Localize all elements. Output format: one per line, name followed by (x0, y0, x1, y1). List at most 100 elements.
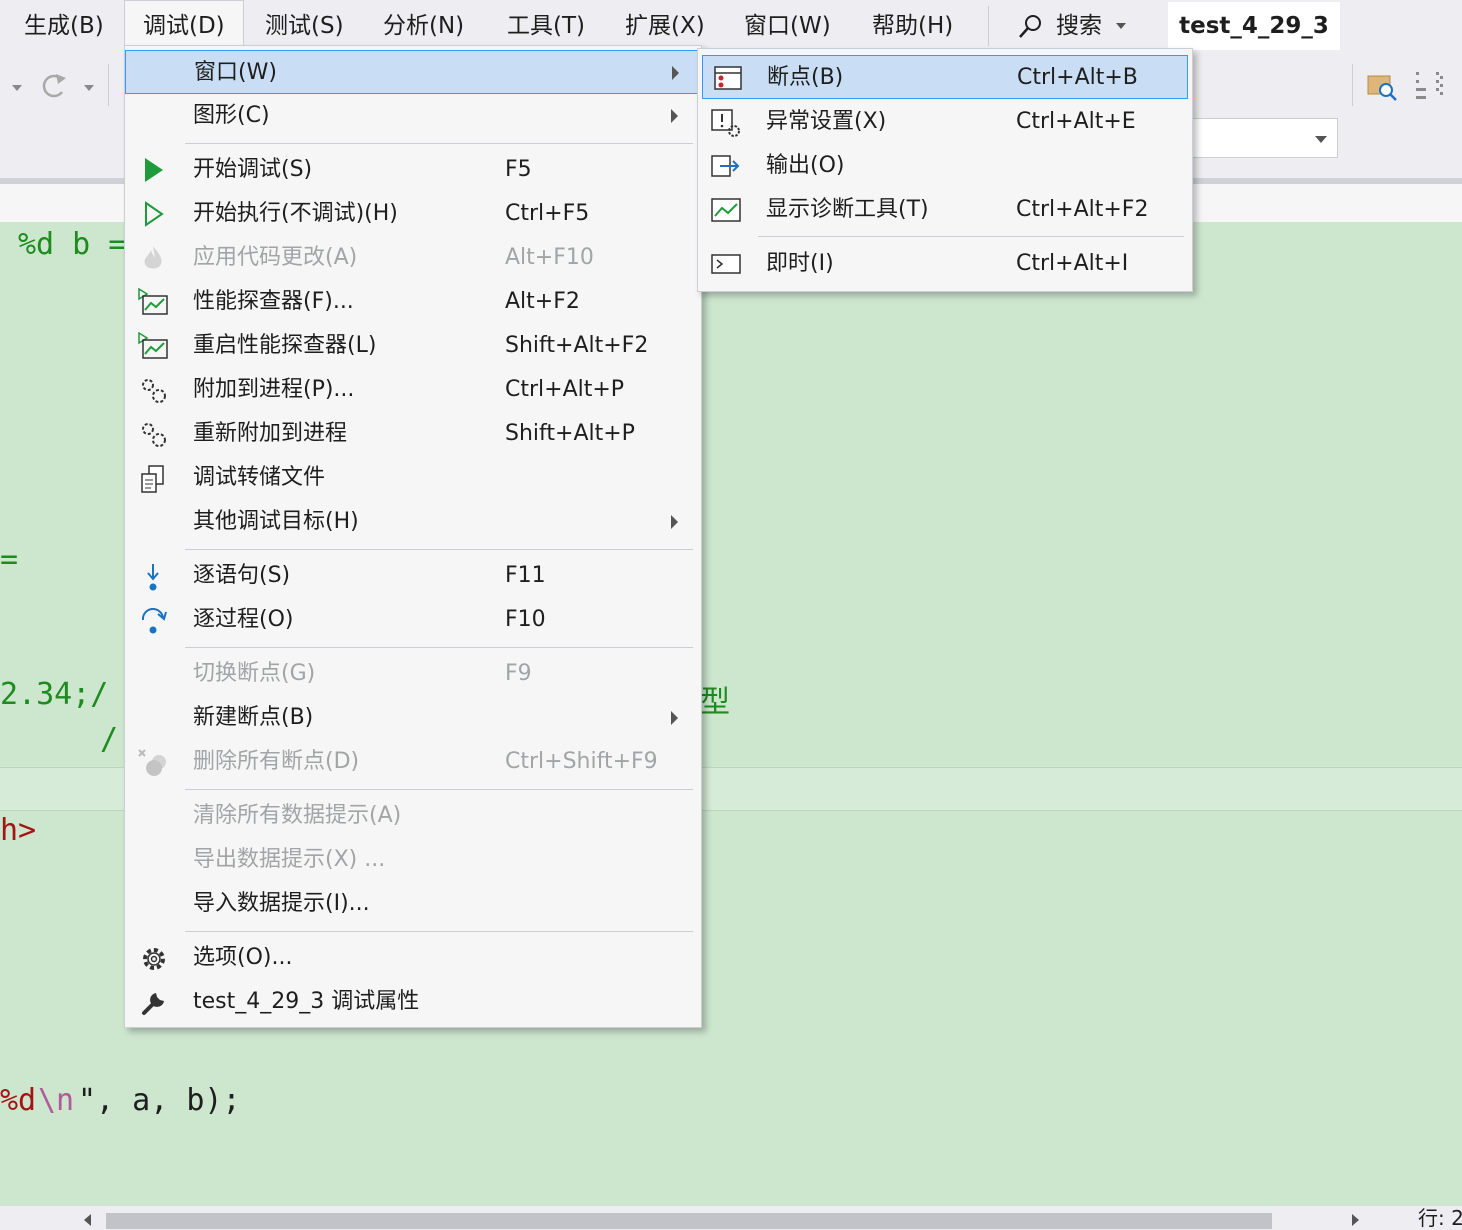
code-string: %d (0, 1083, 37, 1118)
menu-item-label: 导出数据提示(X) ... (193, 847, 386, 872)
code-comment-tail: 型 (700, 685, 730, 720)
chevron-down-icon[interactable] (1116, 23, 1126, 29)
menu-item-label: 图形(C) (193, 103, 270, 128)
menu-item-label: 清除所有数据提示(A) (193, 803, 402, 828)
menu-item-step-into[interactable]: 逐语句(S) F11 (125, 554, 701, 598)
menu-item-restart-performance-profiler[interactable]: 重启性能探查器(L) Shift+Alt+F2 (125, 324, 701, 368)
code-escape: \n (38, 1083, 75, 1118)
menu-item-toggle-breakpoint[interactable]: 切换断点(G) F9 (125, 652, 701, 696)
submenu-arrow-icon (671, 711, 678, 725)
redo-dropdown-icon[interactable] (84, 85, 94, 91)
menu-item-label: 删除所有断点(D) (193, 749, 360, 774)
immediate-window-icon (710, 250, 741, 278)
menu-item-import-datatips[interactable]: 导入数据提示(I)... (125, 882, 701, 926)
performance-chart-icon (137, 287, 168, 316)
menu-item-label: 逐过程(O) (193, 607, 294, 632)
menu-item-window[interactable]: 窗口(W) (125, 50, 701, 94)
scroll-left-icon[interactable] (84, 1214, 91, 1226)
submenu-arrow-icon (671, 515, 678, 529)
redo-icon[interactable] (38, 70, 72, 102)
window-submenu: 断点(B) Ctrl+Alt+B 异常设置(X) Ctrl+Alt+E 输出(O… (697, 48, 1193, 292)
menu-item-shortcut: Ctrl+F5 (505, 201, 590, 226)
submenu-item-immediate[interactable]: 即时(I) Ctrl+Alt+I (698, 242, 1192, 286)
menu-item-graphics[interactable]: 图形(C) (125, 94, 701, 138)
code-line: h> (0, 813, 37, 848)
menu-item-label: 新建断点(B) (193, 705, 314, 730)
submenu-arrow-icon (672, 66, 679, 80)
menu-item-label: 即时(I) (766, 251, 834, 276)
menu-item-reattach-to-process[interactable]: 重新附加到进程 Shift+Alt+P (125, 412, 701, 456)
menu-item-label: 断点(B) (767, 65, 844, 90)
toolbar-options-icon[interactable] (1410, 68, 1450, 104)
menu-item-label: 调试转储文件 (193, 465, 326, 490)
menu-item-attach-to-process[interactable]: 附加到进程(P)... Ctrl+Alt+P (125, 368, 701, 412)
menu-item-shortcut: Shift+Alt+P (505, 421, 635, 446)
menu-item-label: test_4_29_3 调试属性 (193, 989, 420, 1014)
menu-item-shortcut: Ctrl+Alt+I (1016, 251, 1129, 276)
menu-item-debug-dump-file[interactable]: 调试转储文件 (125, 456, 701, 500)
menu-item-shortcut: Ctrl+Alt+B (1017, 65, 1138, 90)
code-line: = (0, 542, 19, 577)
step-into-icon (139, 562, 167, 591)
menu-item-options[interactable]: 选项(O)... (125, 936, 701, 980)
breakpoints-window-icon (713, 64, 742, 92)
menu-item-apply-code-changes[interactable]: 应用代码更改(A) Alt+F10 (125, 236, 701, 280)
gears-icon (139, 420, 167, 448)
gears-icon (139, 376, 167, 404)
code-line: / (100, 722, 119, 757)
menu-item-export-datatips[interactable]: 导出数据提示(X) ... (125, 838, 701, 882)
menu-separator (185, 647, 693, 648)
menu-item-label: 重启性能探查器(L) (193, 333, 377, 358)
menu-item-shortcut: F10 (505, 607, 546, 632)
submenu-item-diagnostic-tools[interactable]: 显示诊断工具(T) Ctrl+Alt+F2 (698, 188, 1192, 232)
flame-icon (139, 244, 167, 272)
menu-item-debug-properties[interactable]: test_4_29_3 调试属性 (125, 980, 701, 1024)
submenu-item-exception-settings[interactable]: 异常设置(X) Ctrl+Alt+E (698, 100, 1192, 144)
toolbar-divider (1352, 64, 1353, 106)
submenu-item-output[interactable]: 输出(O) (698, 144, 1192, 188)
delete-breakpoints-icon (137, 748, 166, 776)
menu-item-clear-all-datatips[interactable]: 清除所有数据提示(A) (125, 794, 701, 838)
menu-item-label: 导入数据提示(I)... (193, 891, 370, 916)
menu-item-delete-all-breakpoints[interactable]: 删除所有断点(D) Ctrl+Shift+F9 (125, 740, 701, 784)
menubar-divider (988, 6, 989, 46)
menu-item-step-over[interactable]: 逐过程(O) F10 (125, 598, 701, 642)
search-icon[interactable] (1016, 12, 1046, 42)
undo-dropdown-icon[interactable] (12, 85, 22, 91)
editor-bottom-bar: 行: 2 (0, 1206, 1462, 1230)
debug-menu: 窗口(W) 图形(C) 开始调试(S) F5 开始执行(不调试)(H) Ctrl… (124, 45, 702, 1028)
performance-chart-icon (137, 331, 168, 360)
code-line: %d b = (18, 227, 127, 262)
toolbar-divider (108, 64, 109, 106)
menu-item-label: 选项(O)... (193, 945, 293, 970)
configuration-combo[interactable] (1192, 118, 1338, 158)
menu-item-shortcut: Alt+F2 (505, 289, 580, 314)
search-label[interactable]: 搜索 (1056, 0, 1102, 52)
menu-item-shortcut: Ctrl+Alt+P (505, 377, 625, 402)
gear-icon (139, 944, 167, 972)
menu-item-shortcut: F9 (505, 661, 532, 686)
menu-help[interactable]: 帮助(H) (872, 0, 953, 52)
menu-item-performance-profiler[interactable]: 性能探查器(F)... Alt+F2 (125, 280, 701, 324)
menu-item-start-debugging[interactable]: 开始调试(S) F5 (125, 148, 701, 192)
submenu-arrow-icon (671, 109, 678, 123)
code-line: 2.34;/ (0, 677, 109, 712)
menu-item-other-debug-targets[interactable]: 其他调试目标(H) (125, 500, 701, 544)
find-in-files-icon[interactable] (1366, 70, 1398, 102)
menu-item-label: 窗口(W) (194, 60, 277, 85)
menu-item-label: 性能探查器(F)... (193, 289, 354, 314)
menu-item-label: 重新附加到进程 (193, 421, 348, 446)
menu-item-label: 逐语句(S) (193, 563, 291, 588)
menu-window[interactable]: 窗口(W) (744, 0, 831, 52)
menu-separator (185, 143, 693, 144)
menu-item-label: 异常设置(X) (766, 109, 887, 134)
menu-build[interactable]: 生成(B) (24, 0, 104, 52)
submenu-item-breakpoints[interactable]: 断点(B) Ctrl+Alt+B (702, 55, 1188, 99)
scroll-right-icon[interactable] (1352, 1214, 1359, 1226)
chevron-down-icon[interactable] (1315, 136, 1327, 143)
output-icon (710, 152, 740, 180)
horizontal-scrollbar[interactable] (106, 1213, 1272, 1229)
menu-item-start-without-debugging[interactable]: 开始执行(不调试)(H) Ctrl+F5 (125, 192, 701, 236)
menu-item-new-breakpoint[interactable]: 新建断点(B) (125, 696, 701, 740)
menu-item-label: 显示诊断工具(T) (766, 197, 929, 222)
